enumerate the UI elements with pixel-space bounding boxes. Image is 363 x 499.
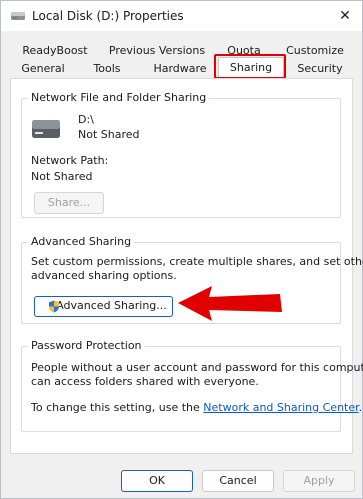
drive-icon [32, 120, 60, 138]
share-button[interactable]: Share... [34, 192, 104, 214]
password-protection-line-2: can access folders shared with everyone. [31, 375, 259, 388]
tab-general[interactable]: General [17, 61, 69, 77]
network-path-label: Network Path: [31, 154, 109, 167]
sharing-tab-highlight [214, 54, 286, 79]
drive-icon [11, 12, 25, 20]
apply-button[interactable]: Apply [283, 470, 355, 492]
network-sharing-label: Network File and Folder Sharing [28, 91, 210, 104]
tab-customize[interactable]: Customize [283, 43, 347, 59]
change-setting-prefix: To change this setting, use the [31, 401, 204, 414]
tab-tools[interactable]: Tools [87, 61, 127, 77]
cancel-button[interactable]: Cancel [202, 470, 274, 492]
tab-security[interactable]: Security [293, 61, 347, 77]
advanced-sharing-label: Advanced Sharing [28, 235, 135, 248]
annotation-arrow-icon [178, 286, 282, 321]
drive-share-status: Not Shared [78, 128, 140, 141]
network-path-value: Not Shared [31, 170, 93, 183]
ok-button[interactable]: OK [121, 470, 193, 492]
advanced-sharing-button[interactable]: Advanced Sharing... [34, 296, 173, 317]
network-sharing-center-link[interactable]: Network and Sharing Center [203, 401, 358, 414]
close-icon: ✕ [339, 8, 351, 24]
tab-hardware[interactable]: Hardware [149, 61, 211, 77]
password-protection-label: Password Protection [28, 339, 145, 352]
change-setting-suffix: . [358, 401, 363, 414]
title-bar: Local Disk (D:) Properties ✕ [1, 1, 362, 31]
tab-readyboost[interactable]: ReadyBoost [21, 43, 89, 59]
password-protection-line-3: To change this setting, use the Network … [31, 401, 362, 414]
drive-path: D:\ [78, 113, 94, 126]
properties-window: Local Disk (D:) Properties ✕ ReadyBoost … [0, 0, 363, 499]
window-title: Local Disk (D:) Properties [32, 9, 184, 23]
close-button[interactable]: ✕ [334, 5, 356, 27]
advanced-sharing-desc-1: Set custom permissions, create multiple … [31, 255, 363, 268]
tab-previous-versions[interactable]: Previous Versions [108, 43, 206, 59]
uac-shield-icon [49, 300, 59, 313]
advanced-sharing-button-label: Advanced Sharing... [56, 299, 167, 312]
advanced-sharing-desc-2: advanced sharing options. [31, 269, 177, 282]
password-protection-group [21, 346, 341, 432]
password-protection-line-1: People without a user account and passwo… [31, 361, 363, 374]
